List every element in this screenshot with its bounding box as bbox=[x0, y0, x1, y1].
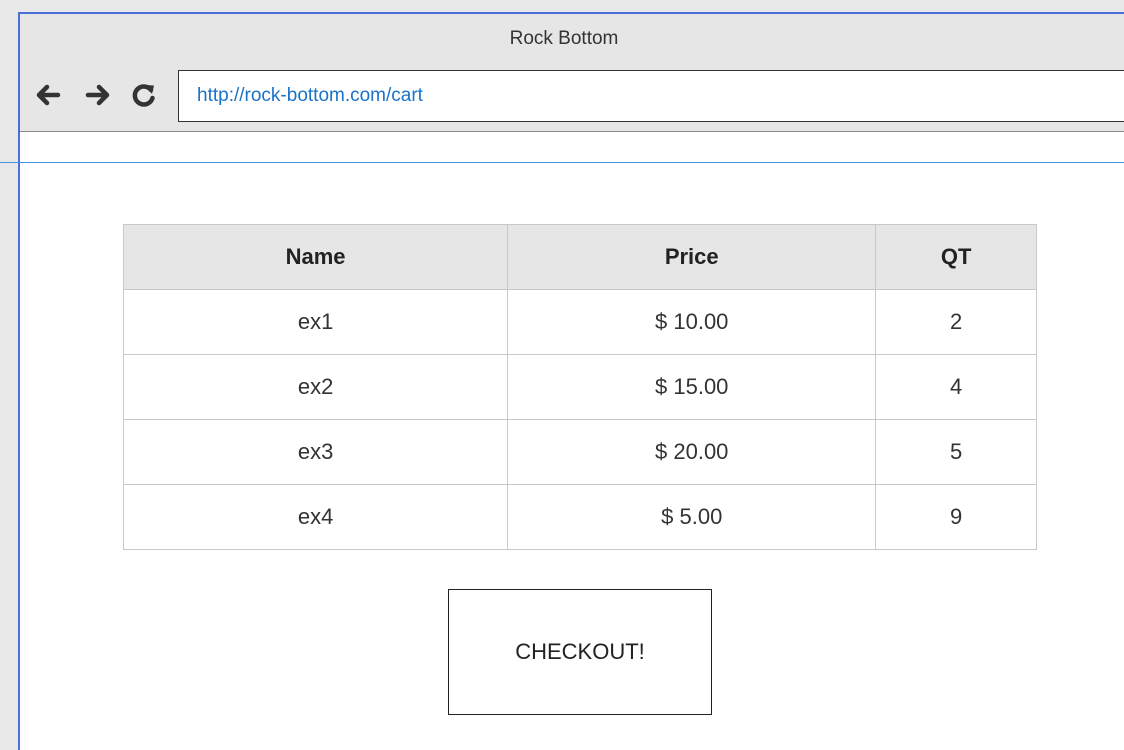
cart-table: Name Price QT ex1 $ 10.00 2 ex2 $ 15.00 … bbox=[122, 224, 1037, 550]
table-header-row: Name Price QT bbox=[122, 224, 1037, 290]
arrow-right-icon bbox=[85, 84, 110, 106]
cell-name: ex2 bbox=[122, 354, 509, 420]
column-header-name: Name bbox=[122, 224, 509, 290]
separator-line bbox=[0, 162, 1124, 163]
table-row: ex4 $ 5.00 9 bbox=[122, 484, 1037, 550]
table-row: ex3 $ 20.00 5 bbox=[122, 419, 1037, 485]
cell-name: ex1 bbox=[122, 289, 509, 355]
cell-name: ex4 bbox=[122, 484, 509, 550]
reload-button[interactable] bbox=[130, 78, 158, 112]
cell-price: $ 5.00 bbox=[507, 484, 877, 550]
arrow-left-icon bbox=[36, 84, 61, 106]
reload-icon bbox=[132, 84, 155, 107]
cell-price: $ 20.00 bbox=[507, 419, 877, 485]
checkout-button[interactable]: CHECKOUT! bbox=[448, 589, 712, 715]
back-button[interactable] bbox=[34, 78, 62, 112]
cell-qt: 9 bbox=[875, 484, 1037, 550]
forward-button[interactable] bbox=[84, 78, 112, 112]
screen: Rock Bottom http://rock-bottom.com/cart bbox=[0, 0, 1124, 750]
table-row: ex2 $ 15.00 4 bbox=[122, 354, 1037, 420]
address-bar[interactable]: http://rock-bottom.com/cart bbox=[178, 70, 1124, 122]
table-row: ex1 $ 10.00 2 bbox=[122, 289, 1037, 355]
cell-qt: 4 bbox=[875, 354, 1037, 420]
cell-qt: 2 bbox=[875, 289, 1037, 355]
cell-price: $ 15.00 bbox=[507, 354, 877, 420]
cell-name: ex3 bbox=[122, 419, 509, 485]
column-header-qt: QT bbox=[875, 224, 1037, 290]
cell-price: $ 10.00 bbox=[507, 289, 877, 355]
url-text: http://rock-bottom.com/cart bbox=[197, 85, 423, 106]
browser-toolbar: Rock Bottom http://rock-bottom.com/cart bbox=[20, 14, 1124, 132]
column-header-price: Price bbox=[507, 224, 877, 290]
checkout-label: CHECKOUT! bbox=[515, 639, 645, 664]
window-title: Rock Bottom bbox=[509, 28, 619, 49]
cell-qt: 5 bbox=[875, 419, 1037, 485]
